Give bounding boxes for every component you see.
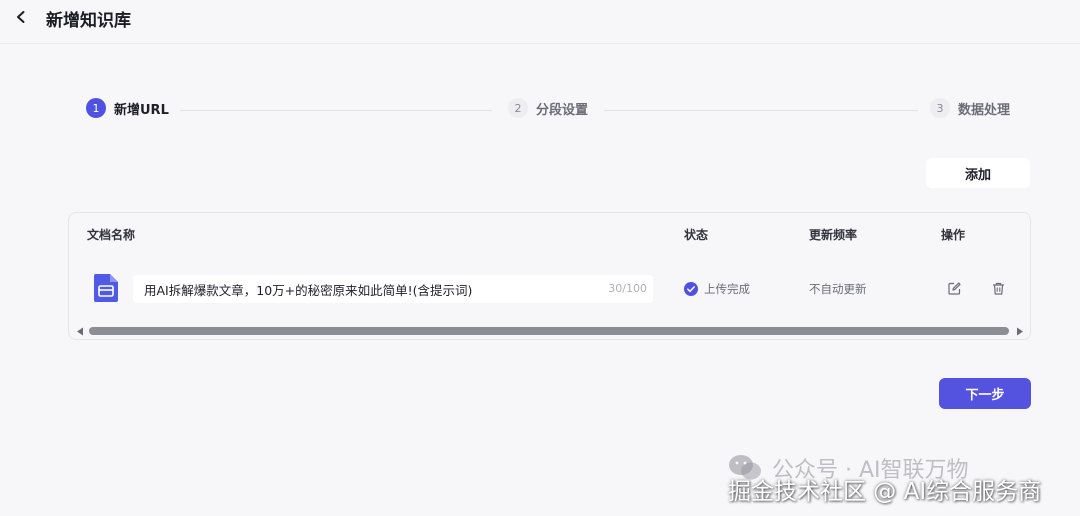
document-table: 文档名称 状态 更新频率 操作 30/100 上传完成 不自动更新 <box>68 212 1031 340</box>
edit-icon <box>947 281 961 295</box>
caret-right-icon <box>1017 327 1023 335</box>
check-circle-icon <box>684 282 698 296</box>
step-new-url[interactable]: 1 新增URL <box>86 98 169 118</box>
step-number: 1 <box>86 98 106 118</box>
step-number: 2 <box>508 98 528 118</box>
watermark-source: 掘金技术社区 @ AI综合服务商 <box>728 479 1042 505</box>
caret-left-icon <box>77 327 83 335</box>
delete-button[interactable] <box>989 279 1007 297</box>
char-count: 30/100 <box>608 282 647 295</box>
edit-button[interactable] <box>945 279 963 297</box>
scrollbar-thumb[interactable] <box>89 327 1009 335</box>
column-header-name: 文档名称 <box>87 228 136 242</box>
update-frequency: 不自动更新 <box>809 282 867 296</box>
stepper: 1 新增URL 2 分段设置 3 数据处理 <box>0 0 1080 140</box>
step-data-processing[interactable]: 3 数据处理 <box>930 98 1010 118</box>
column-header-frequency: 更新频率 <box>809 228 858 242</box>
next-step-button[interactable]: 下一步 <box>939 378 1031 409</box>
document-name-input[interactable] <box>133 275 603 303</box>
document-name-field: 30/100 <box>133 275 653 303</box>
step-segment-settings[interactable]: 2 分段设置 <box>508 98 588 118</box>
status-badge: 上传完成 <box>684 281 750 297</box>
add-button[interactable]: 添加 <box>926 158 1030 188</box>
horizontal-scrollbar[interactable] <box>89 327 1009 335</box>
step-label: 新增URL <box>114 102 169 118</box>
step-connector <box>180 110 492 111</box>
status-text: 上传完成 <box>704 282 750 296</box>
step-label: 分段设置 <box>536 102 589 118</box>
document-icon <box>94 274 118 302</box>
scroll-right-button[interactable] <box>1015 326 1025 336</box>
step-label: 数据处理 <box>958 102 1011 118</box>
scroll-left-button[interactable] <box>75 326 85 336</box>
step-number: 3 <box>930 98 950 118</box>
step-connector <box>604 110 918 111</box>
column-header-status: 状态 <box>684 228 709 242</box>
trash-icon <box>992 282 1004 295</box>
column-header-actions: 操作 <box>941 228 966 242</box>
